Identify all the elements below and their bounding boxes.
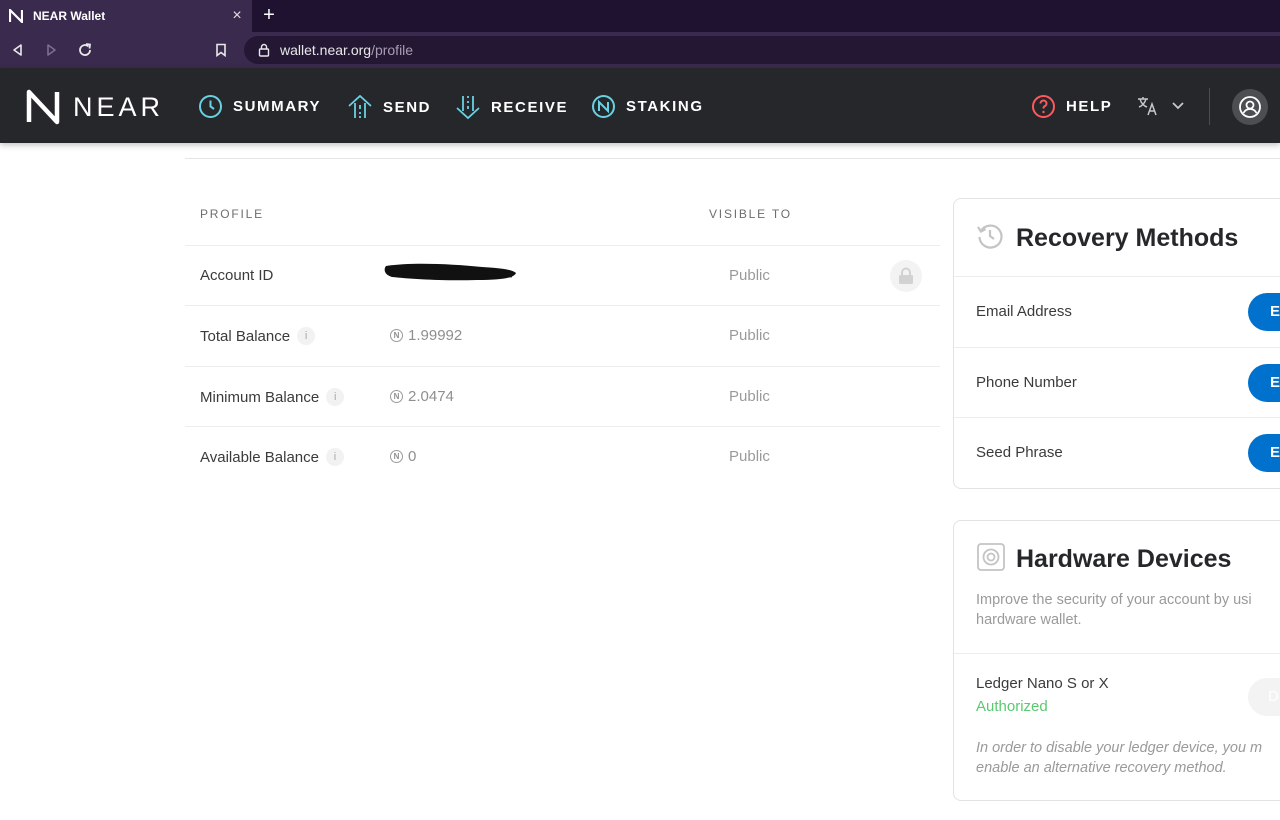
receive-arrow-icon (455, 94, 481, 120)
card-title: Hardware Devices (1016, 545, 1232, 573)
near-favicon-icon (8, 8, 24, 24)
row-value: 1.99992 (408, 327, 463, 344)
row-label-wrap: Minimum Balance i (200, 388, 345, 406)
recovery-row-seed-phrase: Seed Phrase E (954, 417, 1280, 488)
translate-icon (1138, 97, 1157, 116)
nav-send[interactable]: SEND (347, 94, 431, 120)
near-token-icon: N (390, 329, 403, 342)
row-visibility: Public (729, 327, 770, 344)
near-logo-icon (26, 89, 60, 125)
column-header-profile: PROFILE (200, 207, 264, 221)
question-circle-icon (1031, 94, 1056, 119)
logo-text: NEAR (73, 91, 165, 122)
back-arrow-icon (13, 44, 22, 56)
row-label-wrap: Total Balance i (200, 327, 316, 345)
url-host: wallet.near.org (280, 42, 372, 58)
new-tab-button[interactable]: + (257, 4, 281, 28)
send-arrow-icon (347, 94, 373, 120)
row-value-wrap: N 1.99992 (390, 327, 462, 344)
padlock-icon (899, 267, 913, 284)
near-staking-icon (591, 94, 616, 119)
hardware-devices-card: Hardware Devices Improve the security of… (953, 520, 1280, 801)
column-header-visible-to: VISIBLE TO (709, 207, 792, 221)
row-label: Available Balance (200, 448, 319, 466)
back-button[interactable] (6, 38, 30, 62)
ledger-device-row: Ledger Nano S or X Authorized D In order… (954, 653, 1280, 801)
forward-arrow-icon (47, 44, 56, 56)
nav-summary-label: SUMMARY (233, 98, 322, 115)
header-divider (1209, 88, 1210, 125)
info-icon[interactable]: i (325, 448, 344, 466)
recovery-label: Email Address (976, 303, 1072, 320)
nav-staking[interactable]: STAKING (591, 94, 704, 119)
row-label: Minimum Balance (200, 388, 320, 406)
disable-note: In order to disable your ledger device, … (976, 740, 1263, 776)
help-label: HELP (1066, 98, 1113, 115)
help-link[interactable]: HELP (1031, 94, 1112, 119)
browser-tab-strip: NEAR Wallet × + (0, 0, 1280, 32)
recovery-row-phone: Phone Number E (954, 347, 1280, 418)
row-visibility: Public (729, 388, 770, 405)
phone-enable-button[interactable]: E (1248, 364, 1280, 402)
nav-summary[interactable]: SUMMARY (198, 94, 321, 119)
url-text: wallet.near.org/profile (280, 42, 413, 58)
hardware-description: Improve the security of your account by … (976, 592, 1252, 628)
tab-title: NEAR Wallet (33, 9, 106, 23)
near-token-icon: N (390, 450, 403, 463)
row-value-wrap: N 0 (390, 448, 416, 465)
language-selector[interactable] (1137, 96, 1185, 116)
profile-row-minimum-balance: Minimum Balance i N 2.0474 Public (185, 366, 940, 427)
row-visibility: Public (729, 448, 770, 465)
row-value: 2.0474 (408, 388, 454, 405)
recovery-label: Phone Number (976, 374, 1077, 391)
row-label-wrap: Available Balance i (200, 448, 344, 466)
forward-button[interactable] (39, 38, 63, 62)
lock-toggle-button[interactable] (890, 260, 922, 292)
nav-send-label: SEND (383, 98, 432, 116)
content-top-divider (185, 158, 1280, 159)
app-header: NEAR SUMMARY SEND RECEIVE STAKING HELP (0, 68, 1280, 143)
disable-ledger-button[interactable]: D (1248, 678, 1280, 716)
card-title: Recovery Methods (1016, 224, 1239, 252)
history-icon (977, 224, 1003, 249)
reload-button[interactable] (73, 38, 97, 62)
seed-phrase-enable-button[interactable]: E (1248, 434, 1280, 472)
near-logo[interactable]: NEAR (25, 89, 164, 125)
recovery-methods-card: Recovery Methods Email Address E Phone N… (953, 198, 1280, 489)
url-path: /profile (371, 42, 414, 58)
row-label: Total Balance (200, 327, 291, 345)
email-enable-button[interactable]: E (1248, 293, 1280, 331)
browser-tab[interactable]: NEAR Wallet × (0, 0, 252, 32)
info-icon[interactable]: i (326, 388, 345, 406)
nav-staking-label: STAKING (626, 98, 704, 115)
profile-row-total-balance: Total Balance i N 1.99992 Public (185, 305, 940, 366)
device-name: Ledger Nano S or X (976, 675, 1109, 692)
row-value: 0 (408, 448, 417, 465)
reload-icon (79, 43, 92, 56)
address-bar[interactable]: wallet.near.org/profile (244, 36, 1280, 64)
account-avatar-button[interactable] (1232, 89, 1268, 125)
chevron-down-icon (1172, 102, 1184, 110)
tab-close-button[interactable]: × (228, 7, 246, 25)
user-avatar-icon (1239, 96, 1261, 118)
near-token-icon: N (390, 390, 403, 403)
row-visibility: Public (729, 267, 770, 284)
nav-receive-label: RECEIVE (491, 98, 569, 116)
browser-toolbar: wallet.near.org/profile (0, 32, 1280, 68)
redacted-account-id (384, 263, 516, 281)
recovery-row-email: Email Address E (954, 276, 1280, 347)
lock-icon (258, 43, 270, 57)
hardware-device-icon (977, 543, 1005, 571)
clock-icon (198, 94, 223, 119)
profile-row-available-balance: Available Balance i N 0 Public (185, 426, 940, 487)
recovery-label: Seed Phrase (976, 444, 1063, 461)
row-label: Account ID (200, 267, 274, 284)
profile-row-account-id: Account ID Public (185, 245, 940, 306)
bookmark-button[interactable] (209, 38, 233, 62)
device-status: Authorized (976, 698, 1048, 715)
nav-receive[interactable]: RECEIVE (455, 94, 568, 120)
row-value-wrap: N 2.0474 (390, 388, 454, 405)
info-icon[interactable]: i (297, 327, 316, 345)
bookmark-icon (216, 43, 226, 57)
